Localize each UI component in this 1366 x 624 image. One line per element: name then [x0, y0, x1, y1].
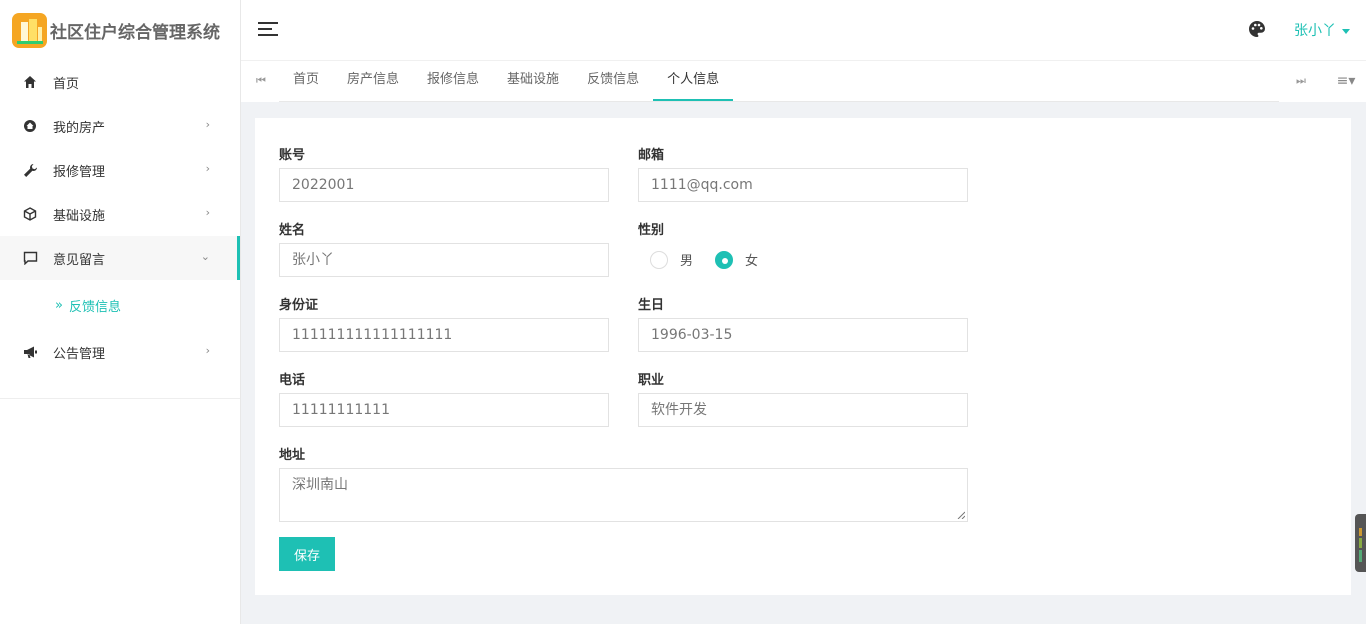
birthday-input[interactable]: 1996-03-15 [638, 318, 968, 352]
id-card-input[interactable]: 111111111111111111 [279, 318, 609, 352]
phone-label: 电话 [279, 373, 306, 388]
tab-bar: ⏮ 首页 房产信息 报修信息 基础设施 反馈信息 个人信息 ⏭ ≡▾ [241, 61, 1366, 102]
top-header: 张小丫 [241, 0, 1366, 61]
sidebar-subitem-label: 反馈信息 [68, 299, 121, 315]
sidebar-item-label: 我的房产 [53, 120, 106, 136]
tab-feedback-info[interactable]: 反馈信息 [573, 61, 653, 101]
sidebar-item-label: 报修管理 [53, 164, 106, 180]
tab-repair-info[interactable]: 报修信息 [413, 61, 493, 101]
chevron-right-icon: › [205, 162, 210, 175]
logo[interactable]: 社区住户综合管理系统 [0, 0, 240, 60]
sidebar-item-announcements[interactable]: 公告管理 › [0, 330, 240, 374]
sidebar-item-label: 公告管理 [53, 346, 106, 362]
message-icon [22, 250, 38, 266]
address-textarea[interactable]: 深圳南山 [279, 468, 968, 522]
gender-radio-female[interactable] [715, 250, 734, 269]
sidebar-item-facilities[interactable]: 基础设施 › [0, 192, 240, 236]
email-input[interactable]: 1111@qq.com [638, 168, 968, 202]
user-name: 张小丫 [1294, 23, 1336, 39]
sidebar-item-label: 基础设施 [53, 208, 106, 224]
gender-label: 性别 [638, 223, 665, 238]
id-card-label: 身份证 [279, 298, 319, 313]
chevron-right-icon: › [205, 118, 210, 131]
double-chevron-icon: » [55, 297, 63, 313]
sidebar-item-label: 首页 [53, 76, 80, 92]
sidebar-subitem-feedback-info[interactable]: » 反馈信息 [0, 280, 240, 330]
address-label: 地址 [279, 448, 306, 463]
phone-input[interactable]: 11111111111 [279, 393, 609, 427]
name-label: 姓名 [279, 223, 306, 238]
tab-scroll-left-icon[interactable]: ⏮ [241, 61, 281, 101]
sidebar-item-home[interactable]: 首页 [0, 60, 240, 104]
gender-option-male: 男 [680, 254, 694, 269]
tab-property-info[interactable]: 房产信息 [333, 61, 413, 101]
sidebar-item-repair[interactable]: 报修管理 › [0, 148, 240, 192]
address-value: 深圳南山 [292, 477, 348, 493]
job-input[interactable]: 软件开发 [638, 393, 968, 427]
chevron-down-icon: ⌄ [200, 250, 210, 263]
account-label: 账号 [279, 148, 306, 163]
resize-handle-icon[interactable] [957, 511, 965, 519]
sidebar-item-feedback[interactable]: 意见留言 ⌄ [0, 236, 240, 280]
tab-home[interactable]: 首页 [279, 61, 333, 101]
app-title: 社区住户综合管理系统 [50, 22, 220, 43]
tab-divider [279, 101, 1279, 102]
cube-icon [22, 206, 38, 222]
sidebar-item-my-property[interactable]: 我的房产 › [0, 104, 240, 148]
house-icon [22, 118, 38, 134]
profile-form-card: 账号 2022001 邮箱 1111@qq.com 姓名 张小丫 性别 男 女 … [255, 118, 1351, 595]
home-icon [22, 74, 38, 90]
sidebar: 社区住户综合管理系统 首页 我的房产 › 报修管理 › 基础设施 › 意见留言 … [0, 0, 241, 624]
megaphone-icon [22, 344, 38, 360]
wrench-icon [22, 162, 38, 178]
side-widget-handle[interactable] [1355, 514, 1366, 572]
tab-facilities[interactable]: 基础设施 [493, 61, 573, 101]
sidebar-menu: 首页 我的房产 › 报修管理 › 基础设施 › 意见留言 ⌄ » 反馈信息 公告… [0, 60, 240, 374]
tab-scroll-right-icon[interactable]: ⏭ [1281, 61, 1321, 101]
user-menu[interactable]: 张小丫 [1294, 20, 1350, 40]
tab-personal-info[interactable]: 个人信息 [653, 61, 734, 101]
birthday-label: 生日 [638, 298, 665, 313]
gender-option-female: 女 [745, 254, 759, 269]
chevron-right-icon: › [205, 344, 210, 357]
account-input[interactable]: 2022001 [279, 168, 609, 202]
email-label: 邮箱 [638, 148, 665, 163]
tab-options-icon[interactable]: ≡▾ [1326, 61, 1366, 101]
save-button[interactable]: 保存 [279, 537, 335, 571]
sidebar-item-label: 意见留言 [53, 252, 106, 268]
chevron-right-icon: › [205, 206, 210, 219]
building-logo-icon [12, 12, 47, 48]
caret-down-icon [1342, 28, 1350, 34]
gender-radio-male[interactable] [650, 250, 668, 269]
gender-radio-group: 男 女 [650, 250, 780, 269]
tabs: 首页 房产信息 报修信息 基础设施 反馈信息 个人信息 [279, 61, 734, 101]
job-label: 职业 [638, 373, 665, 388]
name-input[interactable]: 张小丫 [279, 243, 609, 277]
sidebar-divider [0, 398, 240, 399]
menu-toggle-icon[interactable] [258, 21, 278, 37]
palette-icon[interactable] [1248, 20, 1266, 38]
